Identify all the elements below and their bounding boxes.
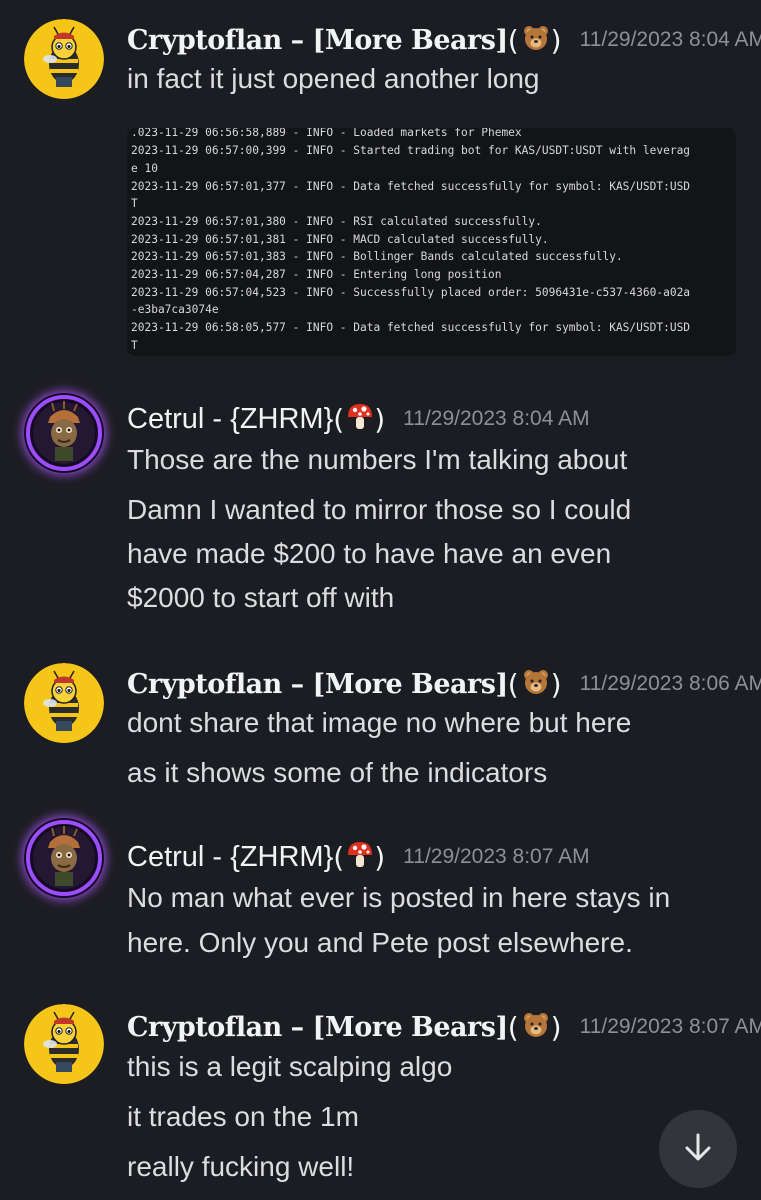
username[interactable]: Cetrul - {ZHRM}	[127, 841, 333, 874]
username[interactable]: Cryptoflan – [More Bears]	[127, 669, 508, 700]
avatar-bee-icon[interactable]	[24, 663, 104, 743]
username-paren-close: )	[374, 402, 386, 436]
message-header: Cetrul - {ZHRM} ( ) 11/29/2023 8:04 AM	[127, 399, 590, 439]
username[interactable]: Cryptoflan – [More Bears]	[127, 1012, 508, 1043]
log-line: e 10	[131, 162, 158, 175]
username-paren-open: (	[507, 1010, 519, 1044]
log-line: 2023-11-29 06:57:04,287 - INFO - Enterin…	[131, 268, 502, 281]
log-line: 2023-11-29 06:57:01,381 - INFO - MACD ca…	[131, 233, 549, 246]
log-line: T	[131, 197, 138, 210]
timestamp: 11/29/2023 8:04 AM	[579, 28, 761, 51]
username-paren-close: )	[550, 1010, 562, 1044]
message-text-line: No man what ever is posted in here stays…	[127, 882, 671, 913]
scroll-to-bottom-button[interactable]	[659, 1110, 737, 1188]
log-line: 2023-11-29 06:57:04,523 - INFO - Success…	[131, 286, 691, 299]
username-paren-close: )	[550, 23, 562, 57]
log-line: 2023-11-29 06:57:00,399 - INFO - Started…	[131, 144, 691, 157]
message-header: Cetrul - {ZHRM} ( ) 11/29/2023 8:07 AM	[127, 837, 590, 877]
message-text-line: dont share that image no where but here	[127, 707, 632, 738]
mushroom-emoji-icon	[346, 840, 374, 874]
message-header: Cryptoflan – [More Bears] ( ) 11/29/2023…	[127, 20, 761, 60]
timestamp: 11/29/2023 8:07 AM	[403, 845, 590, 868]
log-line: .023-11-29 06:56:58,889 - INFO - Loaded …	[131, 128, 522, 139]
message-text-line: in fact it just opened another long	[127, 63, 540, 94]
username[interactable]: Cryptoflan – [More Bears]	[127, 25, 508, 56]
bear-emoji-icon	[521, 23, 551, 57]
username-paren-close: )	[550, 667, 562, 701]
message-text-line: $2000 to start off with	[127, 582, 395, 613]
message-text-line: it trades on the 1m	[127, 1101, 359, 1132]
message-text-line: have made $200 to have have an even	[127, 538, 612, 569]
username[interactable]: Cetrul - {ZHRM}	[127, 403, 333, 436]
avatar-tree-character-icon[interactable]	[24, 393, 104, 473]
message-text-line: Damn I wanted to mirror those so I could	[127, 494, 632, 525]
log-line: 2023-11-29 06:57:01,383 - INFO - Bolling…	[131, 250, 623, 263]
log-line: 2023-11-29 06:57:01,380 - INFO - RSI cal…	[131, 215, 542, 228]
log-screenshot-image[interactable]: .023-11-29 06:56:58,889 - INFO - Loaded …	[127, 128, 736, 356]
username-paren-open: (	[507, 23, 519, 57]
message-text-line: really fucking well!	[127, 1151, 355, 1182]
username-paren-open: (	[333, 840, 345, 874]
log-line: 2023-11-29 06:58:05,577 - INFO - Data fe…	[131, 321, 691, 334]
timestamp: 11/29/2023 8:04 AM	[403, 407, 590, 430]
avatar-bee-icon[interactable]	[24, 1004, 104, 1084]
log-line: -e3ba7ca3074e	[131, 303, 219, 316]
message-header: Cryptoflan – [More Bears] ( ) 11/29/2023…	[127, 664, 761, 704]
message-text-line: as it shows some of the indicators	[127, 757, 548, 788]
avatar-tree-character-icon[interactable]	[24, 818, 104, 898]
avatar-bee-icon[interactable]	[24, 19, 104, 99]
message-text-line: this is a legit scalping algo	[127, 1051, 453, 1082]
timestamp: 11/29/2023 8:07 AM	[579, 1015, 761, 1038]
arrow-down-icon	[681, 1130, 715, 1168]
message-header: Cryptoflan – [More Bears] ( ) 11/29/2023…	[127, 1007, 761, 1047]
bear-emoji-icon	[521, 1010, 551, 1044]
message-text-line: Those are the numbers I'm talking about	[127, 444, 628, 475]
username-paren-open: (	[507, 667, 519, 701]
bear-emoji-icon	[521, 667, 551, 701]
log-line: T	[131, 339, 138, 352]
mushroom-emoji-icon	[346, 402, 374, 436]
username-paren-close: )	[374, 840, 386, 874]
log-line: 2023-11-29 06:57:01,377 - INFO - Data fe…	[131, 180, 691, 193]
username-paren-open: (	[333, 402, 345, 436]
timestamp: 11/29/2023 8:06 AM	[579, 672, 761, 695]
message-text-line: here. Only you and Pete post elsewhere.	[127, 927, 633, 958]
